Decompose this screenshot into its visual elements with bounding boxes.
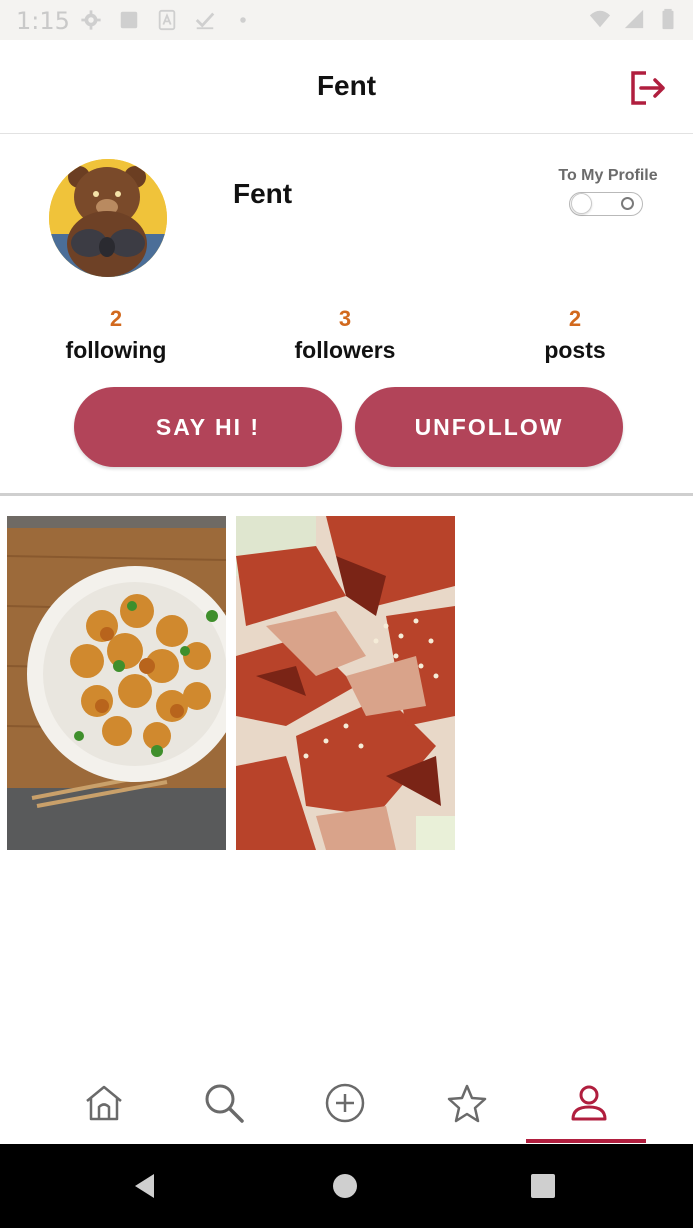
roast-duck-photo [236,516,455,850]
post-thumbnail[interactable] [236,516,455,850]
add-circle-icon [325,1083,365,1123]
recents-square-icon [531,1174,555,1198]
app-bar: Fent [0,40,693,134]
avatar [49,159,167,277]
teddy-bear-avatar-image [49,159,167,277]
unfollow-button[interactable]: UNFOLLOW [355,387,623,467]
system-home-button[interactable] [305,1144,385,1228]
notification-icons [80,9,254,31]
system-recents-button[interactable] [503,1144,583,1228]
posts-count: 2 [568,306,582,331]
page-title: Fent [316,70,377,101]
nav-search[interactable] [164,1062,284,1144]
posts-label: posts [544,337,606,363]
bottom-navigation [0,1062,693,1144]
followers-stat[interactable]: 3 followers [250,306,440,368]
say-hi-button[interactable]: SAY HI ! [74,387,342,467]
following-stat[interactable]: 2 following [21,306,211,368]
nav-home[interactable] [44,1062,164,1144]
post-thumbnail[interactable] [7,516,226,850]
to-my-profile-toggle[interactable] [569,192,643,216]
battery-icon [662,8,674,30]
wifi-icon [589,10,611,28]
nav-add-post[interactable] [285,1062,405,1144]
profile-icon [571,1085,607,1121]
search-icon [205,1084,244,1123]
divider [0,493,693,496]
back-triangle-icon [135,1174,154,1198]
status-bar: 1:15 [0,0,693,40]
home-circle-icon [333,1174,357,1198]
check-notification-icon [195,12,215,30]
nav-profile[interactable] [529,1062,649,1144]
signal-icon [624,9,644,29]
following-count: 2 [109,306,123,331]
followers-label: followers [294,337,396,363]
orange-chicken-photo [7,516,226,850]
system-navigation-bar [0,1144,693,1228]
followers-count: 3 [338,306,352,331]
nav-favorites[interactable] [407,1062,527,1144]
logout-button[interactable] [628,68,668,108]
toggle-knob [571,193,592,214]
settings-icon [81,10,101,30]
following-label: following [65,337,167,363]
home-icon [86,1085,122,1121]
dot-icon [240,17,246,23]
star-icon [447,1084,487,1123]
profile-name: Fent [233,178,293,209]
app-notification-icon [158,9,176,31]
status-time: 1:15 [16,7,70,35]
system-back-button[interactable] [105,1144,185,1228]
square-notification-icon [120,11,138,29]
logout-icon [631,71,665,105]
to-my-profile-label: To My Profile [558,167,658,184]
active-tab-indicator [526,1139,646,1143]
toggle-off-indicator-icon [621,197,634,210]
system-status-icons [589,8,679,30]
posts-stat: 2 posts [480,306,670,368]
